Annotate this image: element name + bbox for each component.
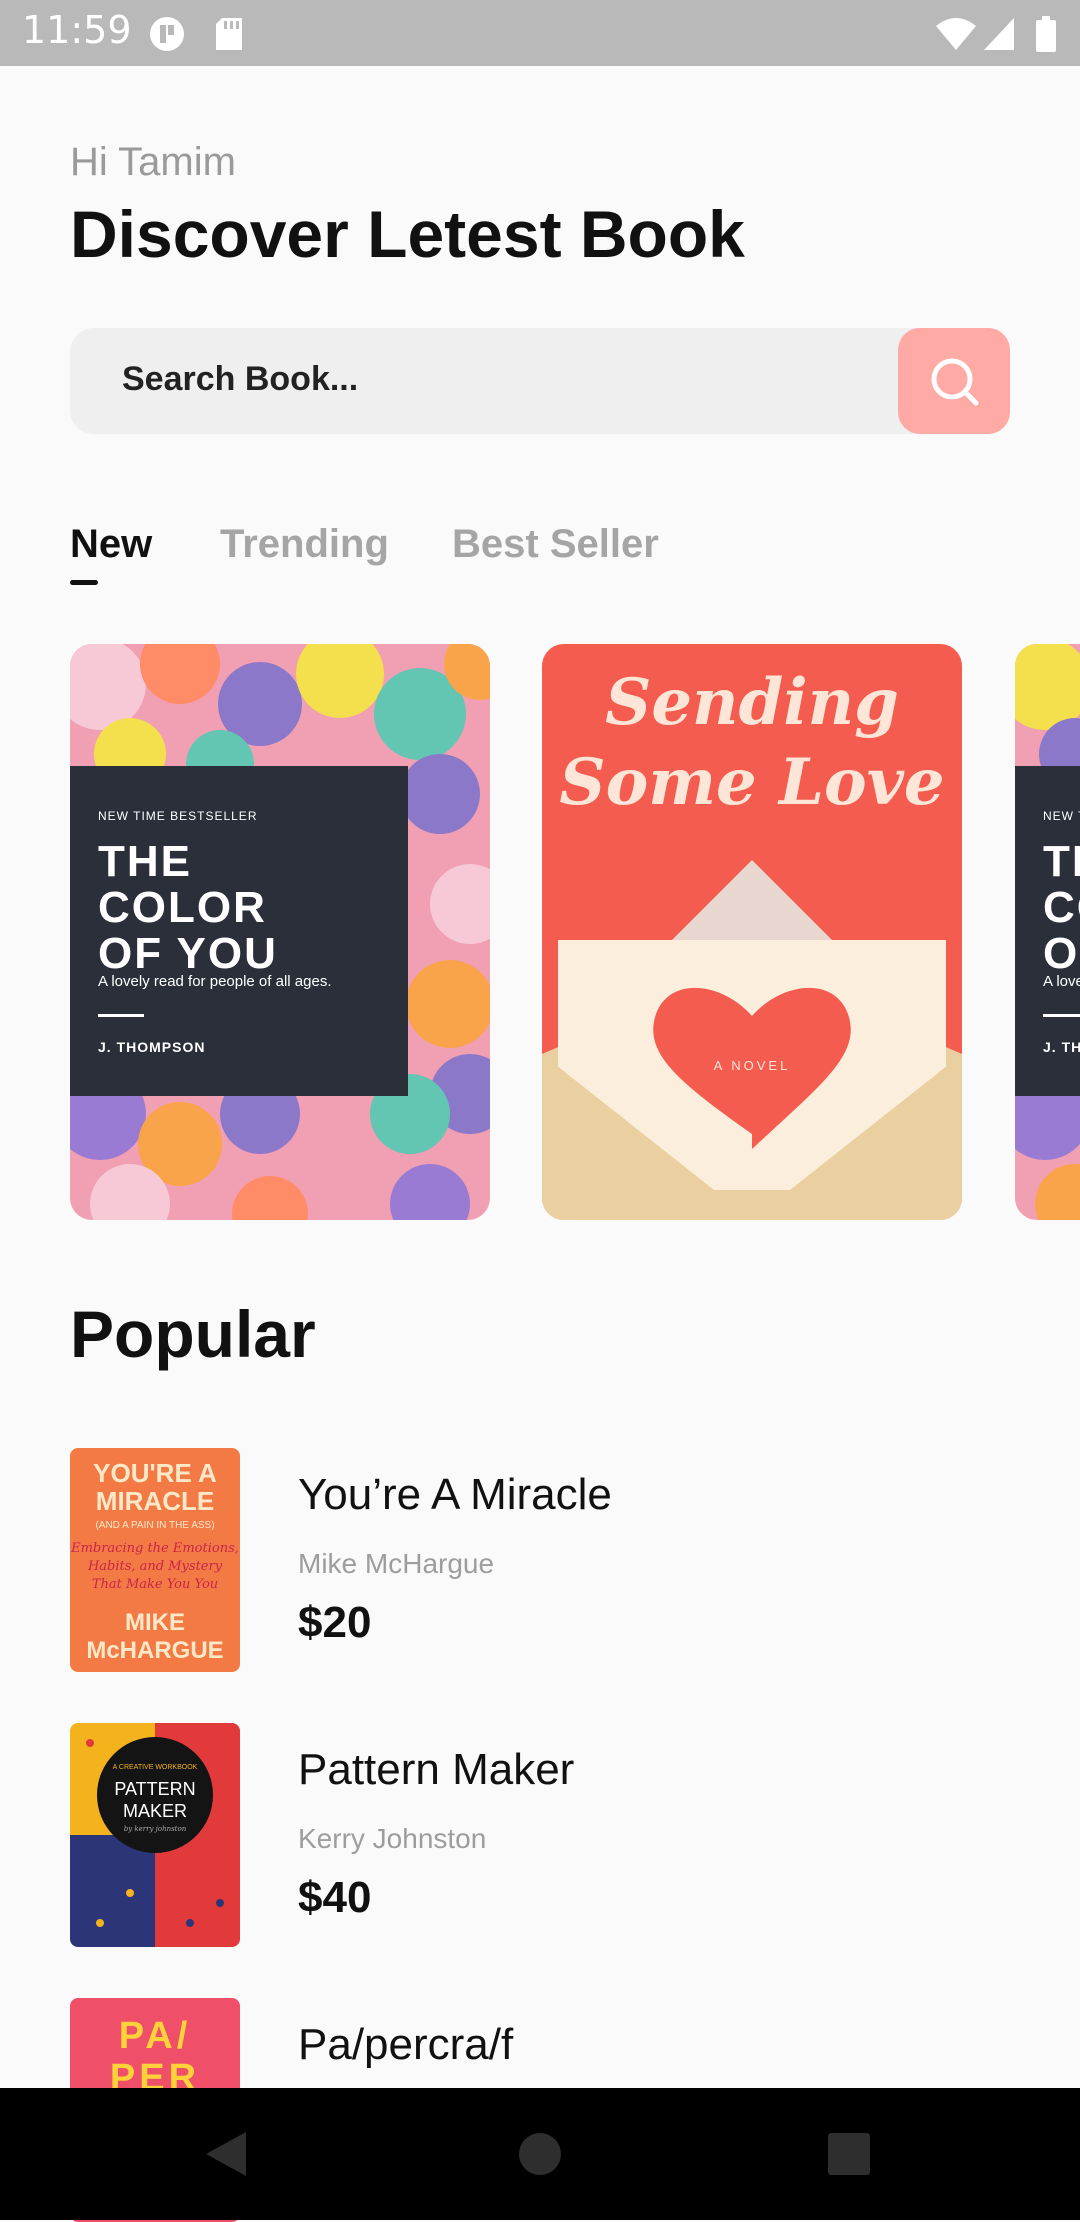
tab-trending[interactable]: Trending [220,522,389,567]
svg-text:PA/: PA/ [119,2015,192,2057]
svg-text:OF: OF [1043,929,1080,978]
popular-item-pattern-maker[interactable]: A CREATIVE WORKBOOK PATTERN MAKER by ker… [70,1723,1010,1947]
recents-icon[interactable] [826,2128,872,2180]
svg-text:Embracing the Emotions,: Embracing the Emotions, [70,1541,239,1556]
svg-text:by kerry johnston: by kerry johnston [124,1825,187,1833]
sd-card-icon [216,18,242,50]
signal-icon [984,18,1014,50]
svg-text:TH: TH [1043,837,1080,886]
popular-item-title: You’re A Miracle [298,1470,612,1519]
svg-text:YOU'RE A: YOU'RE A [93,1458,217,1488]
svg-text:CO: CO [1043,883,1080,932]
wifi-icon [936,18,976,50]
featured-book-partial[interactable]: NEW TIME BESTSELLER TH CO OF A lovely J.… [1015,644,1080,1220]
book-cover-color-of-you-partial: NEW TIME BESTSELLER TH CO OF A lovely J.… [1015,644,1080,1220]
book-cover-youre-a-miracle: YOU'RE A MIRACLE (AND A PAIN IN THE ASS)… [70,1448,240,1672]
svg-text:THE: THE [98,837,192,886]
svg-text:Habits, and Mystery: Habits, and Mystery [87,1559,223,1574]
status-time: 11:59 [22,8,132,52]
page-title: Discover Letest Book [70,197,745,271]
svg-text:COLOR: COLOR [98,883,267,932]
svg-text:NEW TIME BESTSELLER: NEW TIME BESTSELLER [1043,809,1080,823]
popular-item-youre-a-miracle[interactable]: YOU'RE A MIRACLE (AND A PAIN IN THE ASS)… [70,1448,1010,1672]
svg-text:A lovely read for people of al: A lovely read for people of all ages. [98,973,331,990]
svg-text:MAKER: MAKER [123,1801,187,1821]
popular-item-title: Pa/percra/f [298,2020,514,2069]
cast-icon [150,17,184,51]
tab-best-seller[interactable]: Best Seller [452,522,659,567]
popular-item-author: Kerry Johnston [298,1823,487,1854]
battery-icon [1036,16,1056,52]
category-tabs: New Trending Best Seller [70,522,970,592]
book-cover-sending-some-love: Sending Some Love A NOVEL [542,644,962,1220]
svg-text:Some Love: Some Love [559,745,944,820]
book-cover-color-of-you: NEW TIME BESTSELLER THE COLOR OF YOU A l… [70,644,490,1220]
svg-text:J. THOMPSON: J. THOMPSON [98,1039,205,1055]
popular-item-price: $40 [298,1873,372,1922]
system-nav-bar [0,2088,1080,2220]
back-icon[interactable] [200,2128,252,2180]
svg-text:A lovely: A lovely [1043,973,1080,990]
svg-text:NEW TIME BESTSELLER: NEW TIME BESTSELLER [98,809,257,823]
popular-item-price: $20 [298,1598,372,1647]
book-cover-pattern-maker: A CREATIVE WORKBOOK PATTERN MAKER by ker… [70,1723,240,1947]
svg-text:J. TH: J. TH [1043,1039,1080,1055]
popular-section-title: Popular [70,1297,316,1371]
status-bar: 11:59 [0,0,1080,66]
search-bar[interactable]: Search Book... [70,328,1010,434]
svg-text:PATTERN: PATTERN [114,1779,195,1799]
active-tab-indicator [70,580,98,585]
svg-text:McHARGUE: McHARGUE [86,1637,223,1664]
tab-new[interactable]: New [70,522,152,567]
search-button[interactable] [898,328,1010,434]
svg-text:That Make You You: That Make You You [92,1577,218,1592]
popular-item-author: Mike McHargue [298,1548,495,1579]
greeting: Hi Tamim [70,140,236,184]
svg-text:MIKE: MIKE [125,1609,185,1636]
featured-book-color-of-you[interactable]: NEW TIME BESTSELLER THE COLOR OF YOU A l… [70,644,490,1220]
featured-book-sending-some-love[interactable]: Sending Some Love A NOVEL [542,644,962,1220]
svg-text:A NOVEL: A NOVEL [714,1058,791,1073]
search-input[interactable]: Search Book... [122,360,358,399]
search-icon [931,358,979,406]
home-icon[interactable] [517,2128,563,2180]
svg-text:Sending: Sending [605,665,899,740]
popular-item-title: Pattern Maker [298,1745,575,1794]
svg-text:A CREATIVE WORKBOOK: A CREATIVE WORKBOOK [113,1764,198,1771]
svg-text:MIRACLE: MIRACLE [96,1486,214,1516]
svg-text:OF YOU: OF YOU [98,929,278,978]
svg-text:(AND A PAIN IN THE ASS): (AND A PAIN IN THE ASS) [95,1520,214,1531]
featured-carousel[interactable]: NEW TIME BESTSELLER THE COLOR OF YOU A l… [0,644,1080,1220]
